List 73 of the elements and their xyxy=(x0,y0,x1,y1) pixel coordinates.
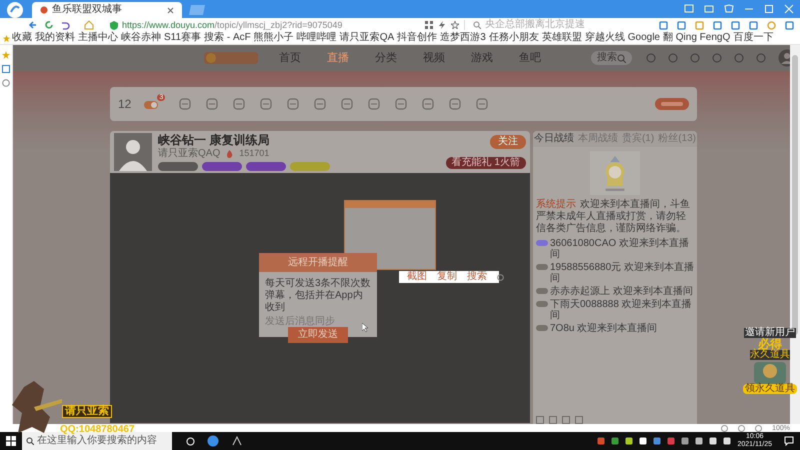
promo-text: 永久道具 xyxy=(750,350,790,360)
page-icon xyxy=(40,6,48,14)
tag-pill[interactable] xyxy=(202,162,242,170)
search-icon[interactable] xyxy=(617,54,626,62)
dialog-title: 远程开播提醒 xyxy=(259,253,377,272)
tag-pill[interactable] xyxy=(246,162,286,170)
chat-message: 赤赤赤起源上 欢迎来到本直播间 xyxy=(550,286,693,297)
room-title: 峡谷钻一 康复训练局 xyxy=(158,134,270,146)
cursor-icon xyxy=(362,323,369,332)
bookmark[interactable]: 任務小朋友 xyxy=(488,32,539,44)
lightning-icon[interactable] xyxy=(438,21,446,29)
bookmark[interactable]: S11赛事 xyxy=(164,32,202,44)
bookmark[interactable]: Google 翻 xyxy=(628,32,673,44)
star-icon[interactable] xyxy=(2,51,10,59)
restore-icon[interactable] xyxy=(684,4,694,14)
pc-client-button[interactable] xyxy=(655,98,689,110)
new-tab-icon[interactable] xyxy=(188,4,206,16)
bookmark[interactable]: 请只亚索QA xyxy=(340,32,394,44)
grid-icon[interactable] xyxy=(425,21,433,29)
count-label: 12 xyxy=(118,98,132,110)
back-icon[interactable] xyxy=(28,20,38,30)
bookmark[interactable]: 抖音创作 xyxy=(397,32,438,44)
heat-count: 151701 xyxy=(239,149,270,158)
toggle-icon[interactable] xyxy=(144,98,160,110)
windows-start-icon[interactable] xyxy=(6,436,16,446)
dialog-message: 每天可发送3条不限次数弹幕，包括并在App内收到 xyxy=(264,278,372,314)
star-icon xyxy=(3,34,10,42)
search-icon xyxy=(473,21,481,29)
maximize-icon[interactable] xyxy=(764,4,774,14)
browser-taskbar-icon[interactable] xyxy=(207,435,219,447)
app-taskbar-icon[interactable] xyxy=(231,435,243,447)
search-icon xyxy=(26,437,34,445)
bookmark[interactable]: 搜索 - AcF xyxy=(204,32,251,44)
bookmark[interactable]: 造梦西游3 xyxy=(440,32,486,44)
chat-message: 下雨天0088888 欢迎来到本直播间 xyxy=(550,299,693,321)
browser-tab[interactable]: 鱼乐联盟双城事 xyxy=(32,2,182,18)
follow-button[interactable]: 关注 xyxy=(490,135,526,149)
notification-icon[interactable] xyxy=(784,436,794,446)
chat-message: 19588556880元 欢迎来到本直播间 xyxy=(550,262,694,284)
undo-icon[interactable] xyxy=(60,20,70,30)
bookmark[interactable]: 英雄联盟 xyxy=(542,32,582,44)
bookmark[interactable]: 熊熊小子 xyxy=(254,32,294,44)
contact-text: QQ:1048780467 xyxy=(60,425,135,435)
address-bar[interactable]: https://www.douyu.com/topic/yllmscj_zbj2?rid=9075049 xyxy=(110,20,419,30)
bookmark[interactable]: 主播中心 xyxy=(78,32,118,44)
star-icon[interactable] xyxy=(451,21,459,29)
bookmark[interactable]: 我的资料 xyxy=(35,32,75,44)
menu-item[interactable]: 搜索 xyxy=(467,272,487,282)
system-message: 系统提示 欢迎来到本直播间，斗鱼严禁未成年人直播或打赏，请勿轻信各类广告信息，谨防网络诈骗。 xyxy=(535,199,691,235)
url-text: https://www.douyu.com/topic/yllmscj_zbj2?rid=9075049 xyxy=(122,20,342,30)
browser-logo-icon[interactable] xyxy=(4,0,26,18)
bookmark[interactable]: 收藏 xyxy=(3,32,32,44)
bookmark[interactable]: 哔哩哔哩 xyxy=(296,32,337,44)
close-icon[interactable] xyxy=(167,6,174,14)
task-view-icon[interactable] xyxy=(186,436,195,446)
promo-banner[interactable]: 邀请新用户 必得 永久道具 领永久道具 xyxy=(744,328,796,394)
streamer-avatar xyxy=(114,133,152,171)
bookmark[interactable]: 峡谷赤神 xyxy=(121,32,161,44)
bookmark[interactable]: 穿越火线 xyxy=(584,32,625,44)
reload-icon[interactable] xyxy=(44,20,54,30)
promo-text: 必得 xyxy=(758,338,782,350)
gift-button[interactable]: 看充能礼 1火箭 xyxy=(446,157,526,169)
menu-item[interactable]: 复制 xyxy=(437,272,457,282)
bookmark[interactable]: 百度一下 xyxy=(733,32,774,44)
menu-item[interactable]: 截图 xyxy=(407,272,427,282)
chat-tab[interactable]: 今日战绩 xyxy=(534,134,574,144)
bookmark[interactable]: Qing FengQ xyxy=(676,32,730,44)
tag-pill[interactable] xyxy=(158,162,198,170)
promo-button[interactable]: 领永久道具 xyxy=(743,384,797,394)
chat-message: 36061080CAO 欢迎来到本直播间 xyxy=(550,238,690,260)
chat-message: 7O8u 欢迎来到本直播间 xyxy=(550,323,658,334)
promo-text: 邀请新用户 xyxy=(744,328,796,338)
home-icon[interactable] xyxy=(84,20,94,30)
